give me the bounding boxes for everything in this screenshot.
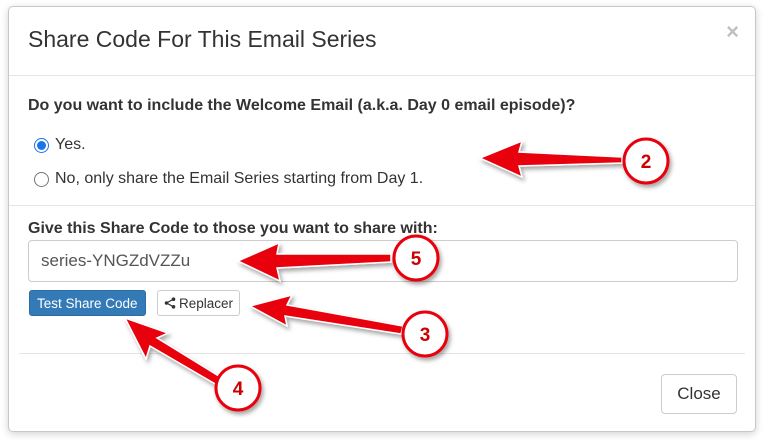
replacer-button[interactable]: Replacer [157,290,241,316]
welcome-email-question: Do you want to include the Welcome Email… [28,97,576,114]
share-code-label: Give this Share Code to those you want t… [28,220,438,237]
option-no-radio[interactable] [34,171,49,187]
close-button[interactable]: Close [661,374,737,414]
footer-divider [19,353,745,354]
section-divider [9,205,755,206]
share-code-input[interactable] [28,240,738,282]
option-yes-radio[interactable] [34,137,49,153]
dialog-header: Share Code For This Email Series × [9,7,755,76]
option-yes-label: Yes. [55,136,86,153]
replacer-label: Replacer [179,295,234,311]
option-no[interactable]: No, only share the Email Series starting… [34,170,423,188]
share-code-dialog: Share Code For This Email Series × Do yo… [8,6,756,432]
test-share-code-button[interactable]: Test Share Code [29,290,146,316]
option-no-label: No, only share the Email Series starting… [55,170,424,187]
option-yes[interactable]: Yes. [34,136,86,154]
share-icon [164,297,176,309]
close-icon[interactable]: × [726,21,739,43]
dialog-title: Share Code For This Email Series [28,26,377,52]
